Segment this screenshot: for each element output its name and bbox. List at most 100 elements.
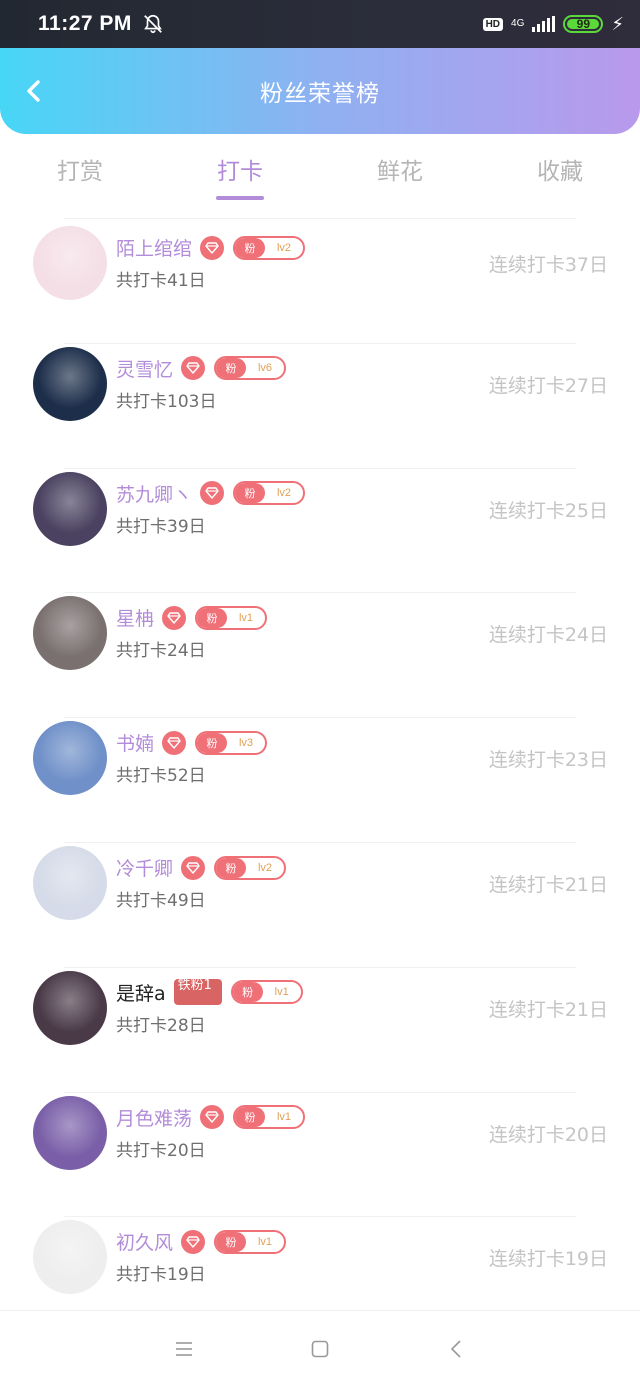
user-name[interactable]: 书婻 [116, 729, 154, 756]
avatar[interactable] [33, 1095, 107, 1170]
total-checkins: 共打卡19日 [116, 1265, 206, 1286]
name-line: 陌上绾绾 粉 lv2 [116, 234, 306, 261]
page-header: 粉丝荣誉榜 [0, 48, 640, 134]
back-button[interactable] [20, 76, 50, 106]
tab-label: 打卡 [217, 159, 263, 185]
tab-checkin[interactable]: 打卡 [160, 134, 320, 214]
tab-label: 打赏 [57, 159, 103, 185]
list-item[interactable]: 冷千卿 粉 lv2 共打卡49日 连续打卡21日 [0, 842, 640, 967]
row-content: 陌上绾绾 粉 lv2 共打卡41日 连续打卡37日 [33, 218, 608, 343]
menu-icon [176, 1342, 192, 1356]
status-bar: 11:27 PM HD 4G 99 ⚡ [0, 0, 640, 48]
fan-level: lv1 [238, 611, 254, 624]
tab-underline [56, 196, 104, 200]
list-item[interactable]: 苏九卿ヽ 粉 lv2 共打卡39日 连续打卡25日 [0, 467, 640, 593]
row-content: 苏九卿ヽ 粉 lv2 共打卡39日 连续打卡25日 [33, 468, 608, 593]
list-item[interactable]: 灵雪忆 粉 lv6 共打卡103日 连续打卡27日 [0, 342, 640, 468]
streak-days: 连续打卡23日 [488, 749, 608, 772]
name-line: 星柟 粉 lv1 [116, 604, 268, 631]
fan-level-badge: 粉 lv1 [195, 605, 268, 630]
fan-label: 粉 [216, 857, 247, 878]
user-name[interactable]: 星柟 [116, 604, 154, 631]
user-name[interactable]: 陌上绾绾 [116, 234, 192, 261]
diamond-icon [181, 356, 206, 381]
tab-reward[interactable]: 打赏 [0, 134, 160, 214]
user-name[interactable]: 初久风 [116, 1228, 173, 1255]
total-checkins: 共打卡41日 [116, 271, 206, 291]
streak-days: 连续打卡21日 [488, 874, 608, 896]
tab-underline [216, 196, 264, 200]
avatar[interactable] [33, 226, 107, 300]
fan-level: lv2 [257, 861, 273, 874]
tab-label: 收藏 [537, 159, 583, 185]
fan-level-badge: 粉 lv1 [214, 1229, 287, 1254]
hd-badge: HD [482, 17, 504, 31]
list-item[interactable]: 书婻 粉 lv3 共打卡52日 连续打卡23日 [0, 717, 640, 842]
fan-level: lv1 [276, 1111, 292, 1124]
fan-level: lv6 [257, 362, 273, 375]
signal-icon [532, 16, 556, 32]
row-content: 书婻 粉 lv3 共打卡52日 连续打卡23日 [33, 717, 608, 842]
total-checkins: 共打卡28日 [116, 1015, 206, 1036]
diamond-icon [162, 730, 187, 755]
streak-days: 连续打卡25日 [488, 499, 608, 522]
row-content: 星柟 粉 lv1 共打卡24日 连续打卡24日 [33, 592, 608, 717]
fan-level: lv2 [276, 241, 292, 254]
diamond-icon [200, 1105, 225, 1130]
fan-label: 粉 [197, 607, 228, 628]
tab-label: 鲜花 [377, 159, 423, 185]
fan-label: 粉 [197, 732, 228, 753]
user-name[interactable]: 是辞a [116, 979, 166, 1006]
user-name[interactable]: 灵雪忆 [116, 355, 173, 382]
page-title: 粉丝荣誉榜 [260, 81, 380, 107]
tab-favorites[interactable]: 收藏 [480, 134, 640, 214]
user-name[interactable]: 冷千卿 [116, 854, 173, 881]
diamond-icon [181, 855, 206, 880]
total-checkins: 共打卡49日 [116, 891, 206, 911]
total-checkins: 共打卡24日 [116, 641, 206, 662]
status-time: 11:27 PM [38, 12, 132, 35]
network-type: 4G [511, 18, 525, 29]
menu-button[interactable] [170, 1335, 198, 1363]
home-button[interactable] [306, 1335, 334, 1363]
fan-level: lv2 [276, 487, 292, 500]
system-back-button[interactable] [442, 1335, 470, 1363]
iron-fan-badge: 铁粉1 [173, 979, 222, 1006]
row-content: 冷千卿 粉 lv2 共打卡49日 连续打卡21日 [33, 842, 608, 967]
streak-days: 连续打卡37日 [488, 254, 608, 276]
avatar[interactable] [33, 970, 107, 1045]
name-line: 书婻 粉 lv3 [116, 729, 268, 756]
mute-bell-icon [144, 14, 162, 34]
total-checkins: 共打卡20日 [116, 1140, 206, 1161]
battery-icon: 99 [563, 15, 604, 33]
diamond-icon [200, 235, 225, 260]
list-item[interactable]: 星柟 粉 lv1 共打卡24日 连续打卡24日 [0, 592, 640, 717]
row-content: 是辞a 铁粉1 粉 lv1 共打卡28日 连续打卡21日 [33, 967, 608, 1092]
streak-days: 连续打卡21日 [488, 998, 608, 1021]
fan-level-badge: 粉 lv2 [233, 235, 306, 260]
name-line: 灵雪忆 粉 lv6 [116, 355, 287, 382]
streak-days: 连续打卡27日 [488, 374, 608, 397]
avatar[interactable] [33, 721, 107, 796]
fan-label: 粉 [216, 358, 247, 379]
avatar[interactable] [33, 346, 107, 421]
name-line: 冷千卿 粉 lv2 [116, 854, 287, 881]
name-line: 苏九卿ヽ 粉 lv2 [116, 480, 306, 507]
fan-label: 粉 [235, 483, 266, 504]
total-checkins: 共打卡52日 [116, 766, 206, 787]
tab-flowers[interactable]: 鲜花 [320, 134, 480, 214]
fan-level-badge: 粉 lv2 [214, 855, 287, 880]
fan-level: lv1 [257, 1235, 273, 1248]
avatar[interactable] [33, 1220, 107, 1295]
avatar[interactable] [33, 471, 107, 546]
list-item[interactable]: 是辞a 铁粉1 粉 lv1 共打卡28日 连续打卡21日 [0, 966, 640, 1092]
total-checkins: 共打卡39日 [116, 516, 206, 537]
system-nav-bar [0, 1310, 640, 1387]
avatar[interactable] [33, 596, 107, 671]
user-name[interactable]: 月色难荡 [116, 1104, 192, 1131]
list-item[interactable]: 月色难荡 粉 lv1 共打卡20日 连续打卡20日 [0, 1091, 640, 1217]
avatar[interactable] [33, 846, 107, 920]
list-item[interactable]: 陌上绾绾 粉 lv2 共打卡41日 连续打卡37日 [0, 218, 640, 343]
streak-days: 连续打卡24日 [488, 624, 608, 647]
user-name[interactable]: 苏九卿ヽ [116, 480, 192, 507]
